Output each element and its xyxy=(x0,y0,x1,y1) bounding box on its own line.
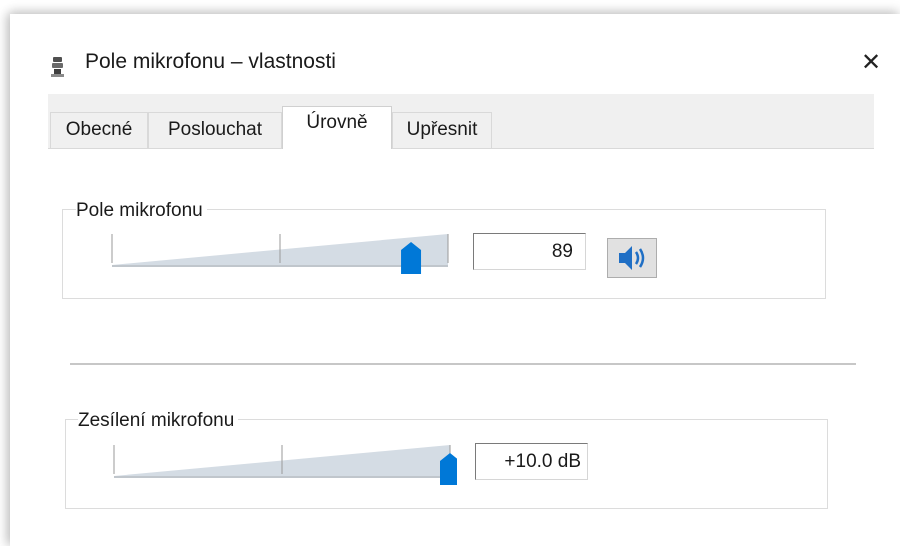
close-button[interactable]: ✕ xyxy=(856,48,886,78)
separator-line xyxy=(70,363,856,365)
microphone-boost-slider[interactable] xyxy=(112,442,457,488)
properties-dialog: Pole mikrofonu – vlastnosti ✕ Obecné Pos… xyxy=(10,14,900,546)
mute-button[interactable] xyxy=(607,238,657,278)
microphone-level-slider[interactable] xyxy=(110,231,455,277)
microphone-boost-value[interactable]: +10.0 dB xyxy=(475,443,588,480)
tab-general[interactable]: Obecné xyxy=(50,112,148,148)
title-bar: Pole mikrofonu – vlastnosti ✕ xyxy=(10,14,900,94)
microphone-level-label: Pole mikrofonu xyxy=(76,200,207,222)
microphone-icon xyxy=(51,57,64,77)
dialog-title: Pole mikrofonu – vlastnosti xyxy=(85,50,336,73)
microphone-level-value[interactable]: 89 xyxy=(473,233,586,270)
speaker-icon xyxy=(619,246,645,270)
tab-levels[interactable]: Úrovně xyxy=(282,106,392,149)
tab-strip: Obecné Poslouchat Úrovně Upřesnit xyxy=(48,94,874,149)
tab-advanced[interactable]: Upřesnit xyxy=(392,112,492,148)
microphone-boost-label: Zesílení mikrofonu xyxy=(78,410,239,432)
tab-listen[interactable]: Poslouchat xyxy=(148,112,282,148)
close-icon: ✕ xyxy=(860,49,882,76)
